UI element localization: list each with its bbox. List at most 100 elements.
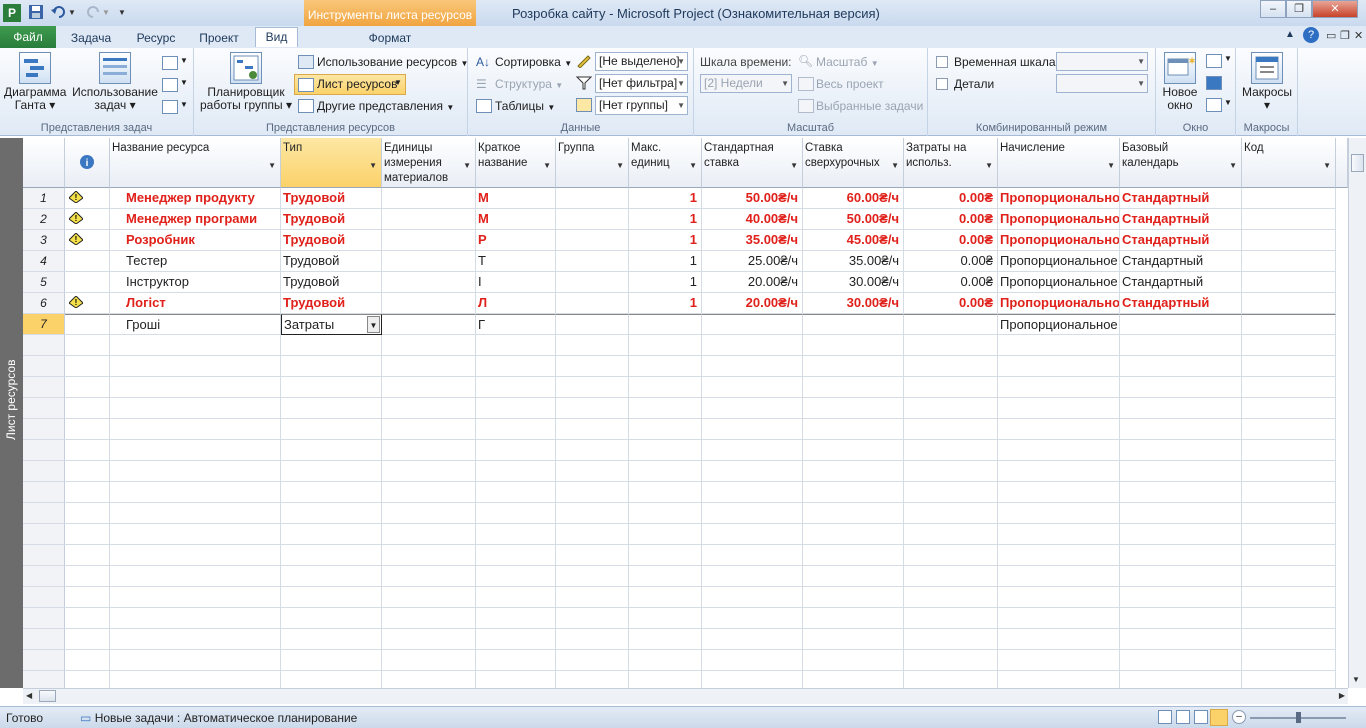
cell-name[interactable]: [110, 482, 281, 503]
cell-mat[interactable]: [382, 461, 476, 482]
column-header-cost-per-use[interactable]: Затраты на использ. ▼: [904, 138, 998, 188]
cell-accrue[interactable]: [998, 503, 1120, 524]
row-header[interactable]: [23, 524, 65, 545]
cell-mat[interactable]: [382, 482, 476, 503]
filter-arrow-icon[interactable]: ▼: [616, 158, 624, 173]
cell-initials[interactable]: [476, 524, 556, 545]
cell-grp[interactable]: [556, 587, 629, 608]
cell-code[interactable]: [1242, 545, 1336, 566]
cell-std[interactable]: 20.00₴/ч: [702, 293, 803, 314]
cell-cost[interactable]: 0.00₴: [904, 188, 998, 209]
cell-initials[interactable]: М: [476, 188, 556, 209]
cell-initials[interactable]: [476, 377, 556, 398]
select-all-corner[interactable]: [23, 138, 65, 188]
cell-grp[interactable]: [556, 608, 629, 629]
filter-arrow-icon[interactable]: ▼: [268, 158, 276, 173]
cell-ovt[interactable]: 30.00₴/ч: [803, 272, 904, 293]
column-header-code[interactable]: Код ▼: [1242, 138, 1336, 188]
cell-accrue[interactable]: [998, 419, 1120, 440]
cell-mat[interactable]: [382, 629, 476, 650]
cell-code[interactable]: [1242, 335, 1336, 356]
cell-cost[interactable]: [904, 650, 998, 671]
cell-cal[interactable]: [1120, 377, 1242, 398]
cell-initials[interactable]: [476, 398, 556, 419]
timeline-select[interactable]: ▼: [1056, 52, 1148, 71]
minimize-button[interactable]: –: [1260, 0, 1286, 18]
network-diagram-icon[interactable]: [162, 56, 178, 70]
cell-name[interactable]: [110, 650, 281, 671]
cell-name[interactable]: [110, 356, 281, 377]
cell-std[interactable]: [702, 335, 803, 356]
cell-name[interactable]: Гроші: [110, 314, 281, 335]
cell-type[interactable]: [281, 377, 382, 398]
cell-ovt[interactable]: [803, 314, 904, 335]
switch-windows-dropdown-icon[interactable]: ▼: [1224, 54, 1232, 63]
cell-ovt[interactable]: [803, 377, 904, 398]
cell-mat[interactable]: [382, 377, 476, 398]
filter-arrow-icon[interactable]: ▼: [790, 158, 798, 173]
cell-name[interactable]: [110, 545, 281, 566]
cell-std[interactable]: [702, 377, 803, 398]
cell-cal[interactable]: [1120, 419, 1242, 440]
cell-grp[interactable]: [556, 524, 629, 545]
row-header[interactable]: [23, 356, 65, 377]
row-header[interactable]: [23, 629, 65, 650]
cell-grp[interactable]: [556, 440, 629, 461]
cell-ind[interactable]: !: [65, 293, 110, 314]
filter-arrow-icon[interactable]: ▼: [689, 158, 697, 173]
cell-std[interactable]: 50.00₴/ч: [702, 188, 803, 209]
cell-ovt[interactable]: [803, 629, 904, 650]
tab-project[interactable]: Проект: [196, 29, 242, 48]
cell-code[interactable]: [1242, 482, 1336, 503]
calendar-view-icon[interactable]: [162, 78, 178, 92]
cell-ind[interactable]: [65, 608, 110, 629]
cell-grp[interactable]: [556, 335, 629, 356]
cell-max[interactable]: [629, 503, 702, 524]
cell-initials[interactable]: [476, 650, 556, 671]
cell-ovt[interactable]: [803, 419, 904, 440]
cell-name[interactable]: Тестер: [110, 251, 281, 272]
cell-max[interactable]: 1: [629, 230, 702, 251]
cell-name[interactable]: [110, 587, 281, 608]
cell-name[interactable]: Логіст: [110, 293, 281, 314]
cell-cost[interactable]: 0.00₴: [904, 209, 998, 230]
cell-type[interactable]: [281, 566, 382, 587]
cell-name[interactable]: [110, 461, 281, 482]
cell-type[interactable]: Затраты ▼: [281, 314, 382, 335]
cell-std[interactable]: [702, 440, 803, 461]
cell-name[interactable]: [110, 524, 281, 545]
cell-name[interactable]: [110, 440, 281, 461]
cell-ovt[interactable]: [803, 503, 904, 524]
group-select[interactable]: [Нет группы] ▼: [595, 96, 688, 115]
cell-code[interactable]: [1242, 608, 1336, 629]
cell-ind[interactable]: [65, 440, 110, 461]
cell-accrue[interactable]: [998, 461, 1120, 482]
filter-arrow-icon[interactable]: ▼: [891, 158, 899, 173]
cell-initials[interactable]: Г: [476, 314, 556, 335]
cell-cal[interactable]: Стандартный: [1120, 230, 1242, 251]
cell-grp[interactable]: [556, 629, 629, 650]
cell-type[interactable]: [281, 482, 382, 503]
cell-mat[interactable]: [382, 230, 476, 251]
cell-ind[interactable]: [65, 482, 110, 503]
cell-cal[interactable]: Стандартный: [1120, 272, 1242, 293]
cell-cal[interactable]: [1120, 587, 1242, 608]
cell-cal[interactable]: Стандартный: [1120, 251, 1242, 272]
cell-accrue[interactable]: [998, 440, 1120, 461]
cell-type[interactable]: [281, 356, 382, 377]
cell-accrue[interactable]: Пропорциональное: [998, 230, 1120, 251]
cell-code[interactable]: [1242, 251, 1336, 272]
row-header[interactable]: 3: [23, 230, 65, 251]
cell-std[interactable]: [702, 503, 803, 524]
cell-name[interactable]: Інструктор: [110, 272, 281, 293]
row-header[interactable]: 4: [23, 251, 65, 272]
selected-tasks-button[interactable]: Выбранные задачи: [816, 99, 923, 113]
filter-arrow-icon[interactable]: ▼: [985, 158, 993, 173]
cell-initials[interactable]: [476, 419, 556, 440]
cell-cal[interactable]: [1120, 314, 1242, 335]
cell-name[interactable]: [110, 503, 281, 524]
vertical-scrollbar[interactable]: ▼: [1348, 138, 1366, 688]
column-header-group[interactable]: Группа ▼: [556, 138, 629, 188]
tab-task[interactable]: Задача: [68, 29, 114, 48]
other-task-views-icon[interactable]: [162, 100, 178, 114]
